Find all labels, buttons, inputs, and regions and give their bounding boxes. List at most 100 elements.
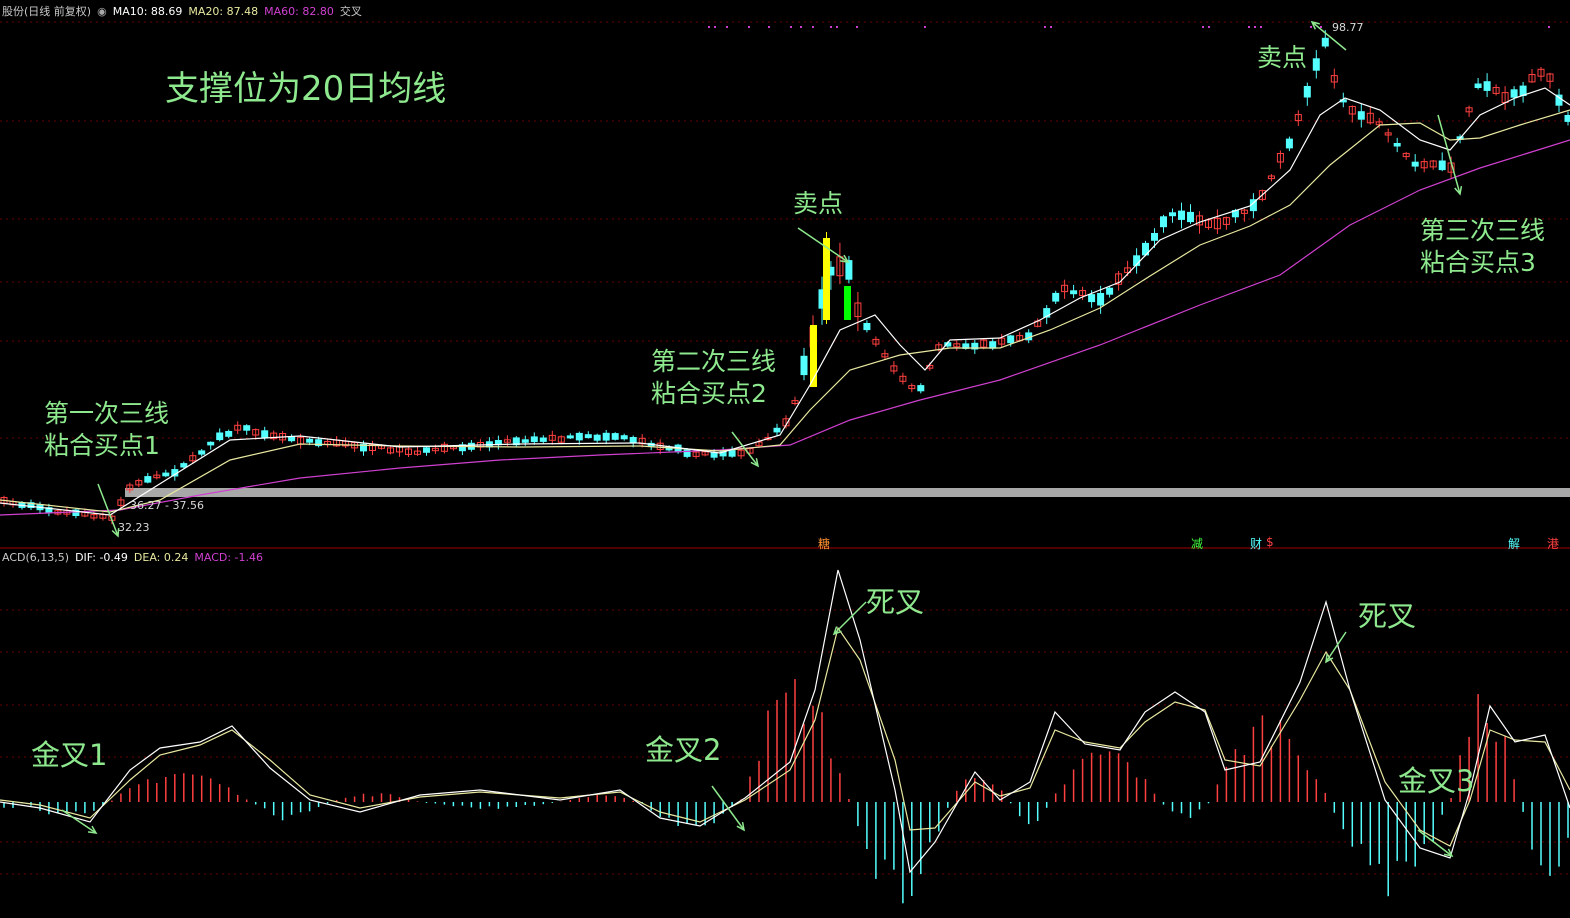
ma60-label: MA60: 82.80 [264,5,334,18]
signal-dot [708,26,710,28]
candle-body [728,450,736,457]
candle-body [1160,216,1167,228]
candle-body [1303,86,1311,98]
candle-body [1007,335,1015,344]
candle-body [1169,212,1176,217]
dea-line [0,626,1570,847]
candle-body [575,432,583,441]
candle-body [1357,111,1365,120]
signal-dot [1248,26,1250,28]
candle-body [243,425,251,431]
signal-dot [768,26,770,28]
candle-body [225,431,233,437]
death-cross-1-label: 死叉 [866,585,925,619]
death-cross-2-label: 死叉 [1358,599,1417,633]
sell-point-1-label: 卖点 [793,189,844,218]
extra-label: 交叉 [339,5,362,18]
candle-body [1483,81,1491,91]
candle-body [1178,210,1185,220]
golden-cross-2-label: 金叉2 [645,733,722,767]
signal-dot [836,26,838,28]
signal-dot [800,26,802,28]
candle-body [566,435,574,439]
buy-point-2-label: 第二次三线 粘合买点2 [651,347,777,408]
candle-body [261,430,269,439]
settings-circle-icon[interactable]: ◉ [97,5,107,18]
candle-body [917,385,925,392]
support-level-bar [125,488,1570,497]
candle-body [1474,83,1482,88]
signal-dot [1050,26,1052,28]
event-marker[interactable]: 财 [1250,535,1262,552]
candle-body [1285,138,1293,149]
macd-header: ACD(6,13,5) DIF: -0.49 DEA: 0.24 MACD: -1.4… [2,551,269,564]
sell-point-2-label: 卖点 [1257,43,1308,72]
signal-dot [1044,26,1046,28]
signal-dot [790,26,792,28]
candle-body [1438,160,1446,171]
candle-body [423,447,430,453]
candle-body [530,436,538,443]
dif-label: DIF: -0.49 [75,551,128,564]
candle-body [593,434,601,441]
signal-dot [1202,26,1204,28]
candle-body [1411,161,1419,167]
candle-body [602,432,610,441]
event-marker[interactable]: $ [1266,535,1274,549]
signal-dot [856,26,858,28]
candle-body [620,435,628,440]
candle-body [144,476,152,483]
golden-cross-1-label: 金叉1 [31,738,108,772]
price-header: 股份(日线 前复权) ◉ MA10: 88.69 MA20: 87.48 MA60: 8… [2,3,368,19]
candle-body [989,341,997,349]
macd-name-label: ACD(6,13,5) [2,551,70,564]
event-marker[interactable]: 减 [1191,535,1203,552]
candle-body [710,452,718,458]
candle-body [845,260,853,280]
golden-cross-3-arrow [1417,829,1453,857]
event-marker[interactable]: 糖 [818,535,830,552]
signal-dot [1548,26,1550,28]
candle-body [1106,287,1114,295]
signal-dot [748,26,750,28]
candle-body [521,439,529,443]
candle-body [584,434,592,439]
ma10-line [0,87,1570,516]
event-marker[interactable]: 解 [1508,535,1520,552]
signal-dot [830,26,832,28]
high-price-label: 98.77 [1332,21,1364,34]
candle-body [162,472,170,477]
candle-body [1187,211,1194,223]
candle-body [288,436,296,442]
candle-body [1393,143,1401,147]
candle-body [306,438,314,443]
signal-dot [1260,26,1262,28]
candle-body [1070,290,1078,295]
support-title: 支撑位为20日均线 [165,69,447,109]
candle-body [863,323,871,331]
ma10-label: MA10: 88.69 [112,5,183,18]
highlight-candle [844,286,851,320]
signal-dot [726,26,728,28]
candle-body [1088,294,1096,303]
event-marker[interactable]: 港 [1547,535,1559,552]
ma20-line [0,109,1570,513]
signal-dot [1208,26,1210,28]
candle-body [216,432,224,441]
candle-body [207,441,215,446]
dea-label: DEA: 0.24 [133,551,189,564]
golden-cross-3-label: 金叉3 [1398,764,1475,798]
candle-body [539,437,547,442]
chart-canvas[interactable] [0,0,1570,914]
signal-dot [924,26,926,28]
stock-label: 股份(日线 前复权) [2,5,92,18]
range-price-label: 36.27 - 37.56 [130,499,204,512]
signal-dot [812,26,814,28]
buy-point-1-label: 第一次三线 粘合买点1 [44,399,170,460]
macd-value-label: MACD: -1.46 [194,551,264,564]
signal-dot [1320,26,1322,28]
chart-stage[interactable]: 股份(日线 前复权) ◉ MA10: 88.69 MA20: 87.48 MA60: 8… [0,0,1570,914]
candle-body [1564,115,1570,122]
low-price-label: 32.23 [118,521,150,534]
candle-body [180,463,188,468]
